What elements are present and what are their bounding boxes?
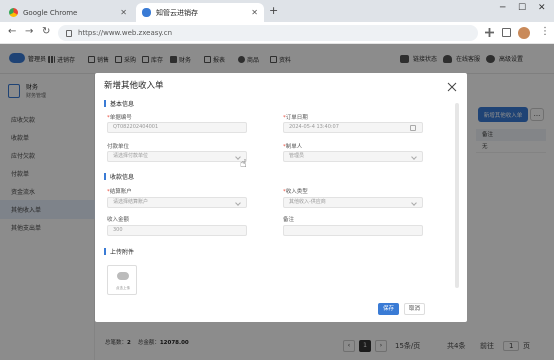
tab-title: Google Chrome	[23, 8, 78, 17]
avatar[interactable]	[518, 27, 530, 39]
back-icon[interactable]: ←	[8, 26, 16, 37]
calendar-icon	[410, 125, 416, 131]
browser-tabstrip: Google Chrome ✕ 知管云进销存 ✕ + ─ ☐ ✕	[0, 0, 554, 22]
account-placeholder: 请选择结算账户	[113, 199, 149, 205]
upload-attachment-button[interactable]: 点击上传	[107, 265, 137, 295]
cloud-icon	[142, 8, 151, 17]
save-button[interactable]: 保存	[378, 303, 399, 315]
tab-title: 知管云进销存	[156, 8, 198, 17]
payer-select[interactable]: 请选择付款单位	[107, 151, 247, 162]
address-bar: ← → ↻ https://www.web.zxeasy.cn ⋮	[0, 22, 554, 44]
sidepanel-icon[interactable]	[502, 28, 511, 37]
account-select[interactable]: 请选择结算账户	[107, 197, 247, 208]
creator-value: 管理员	[289, 153, 305, 159]
doc-no-label: *单据编号	[107, 115, 132, 121]
chevron-down-icon	[411, 154, 417, 160]
chrome-icon	[9, 8, 18, 17]
amount-label: 收入金额	[107, 217, 130, 223]
remark-field[interactable]	[283, 225, 423, 236]
upload-hint: 点击上传	[116, 286, 130, 290]
income-type-select[interactable]: 其他收入-供应商	[283, 197, 423, 208]
close-icon[interactable]: ✕	[251, 8, 258, 17]
section-payment-info: 收款信息	[104, 172, 134, 181]
account-label: *结算账户	[107, 189, 132, 195]
extensions-icon[interactable]	[485, 28, 494, 37]
order-date-label: *订单日期	[283, 115, 308, 121]
cancel-button[interactable]: 取消	[404, 303, 425, 315]
new-other-income-dialog: 新增其他收入单 基本信息 *单据编号 QT082202404001 *订单日期 …	[95, 73, 467, 322]
close-icon[interactable]: ✕	[120, 8, 127, 17]
section-upload: 上传附件	[104, 247, 134, 256]
close-icon[interactable]	[447, 82, 457, 92]
upload-cloud-icon	[117, 272, 129, 280]
payer-label: 付款单位	[107, 144, 130, 150]
url-field[interactable]: https://www.web.zxeasy.cn	[58, 25, 478, 41]
tab-google-chrome[interactable]: Google Chrome ✕	[3, 3, 133, 22]
order-date-value: 2024-05-4 13:40:07	[289, 124, 339, 130]
close-window-icon[interactable]: ✕	[538, 3, 546, 13]
reload-icon[interactable]: ↻	[42, 26, 50, 37]
chevron-down-icon	[411, 200, 417, 206]
chevron-down-icon	[235, 200, 241, 206]
doc-no-field[interactable]: QT082202404001	[107, 122, 247, 133]
creator-select[interactable]: 管理员	[283, 151, 423, 162]
menu-dots-icon[interactable]: ⋮	[540, 26, 550, 37]
new-tab-icon[interactable]: +	[269, 4, 278, 17]
tab-zhiguanyun[interactable]: 知管云进销存 ✕	[136, 3, 264, 22]
dialog-title: 新增其他收入单	[104, 81, 164, 91]
amount-field[interactable]: 300	[107, 225, 247, 236]
income-type-value: 其他收入-供应商	[289, 199, 326, 205]
income-type-label: *收入类型	[283, 189, 308, 195]
payer-placeholder: 请选择付款单位	[113, 153, 149, 159]
lock-icon	[66, 29, 72, 37]
dialog-scrollbar[interactable]	[455, 103, 459, 288]
minimize-icon[interactable]: ─	[500, 3, 505, 13]
hand-cursor-icon: ☝	[240, 157, 247, 170]
creator-label: *制单人	[283, 144, 303, 150]
url-text: https://www.web.zxeasy.cn	[78, 29, 173, 37]
remark-label: 备注	[283, 217, 295, 223]
order-date-field[interactable]: 2024-05-4 13:40:07	[283, 122, 423, 133]
maximize-icon[interactable]: ☐	[518, 3, 526, 13]
section-basic-info: 基本信息	[104, 99, 134, 108]
forward-icon[interactable]: →	[25, 26, 33, 37]
